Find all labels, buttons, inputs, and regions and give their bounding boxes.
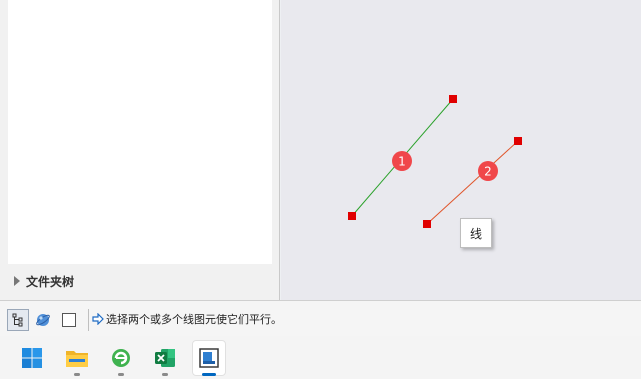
line-2-marker-label: 2 xyxy=(484,165,492,179)
taskbar-excel[interactable] xyxy=(148,340,182,376)
arrow-right-icon xyxy=(92,313,104,325)
taskbar xyxy=(0,336,641,379)
status-separator xyxy=(88,309,89,331)
excel-icon xyxy=(155,349,175,367)
active-indicator xyxy=(202,373,216,376)
cad-app-icon xyxy=(199,348,219,368)
taskbar-cad-app[interactable] xyxy=(192,340,226,376)
line-2-endpoint-start[interactable] xyxy=(423,220,431,228)
sketch-svg[interactable]: 1 2 xyxy=(281,0,641,300)
sketch-line-2[interactable] xyxy=(426,140,519,225)
status-message-text: 选择两个或多个线图元使它们平行。 xyxy=(106,313,282,326)
line-1-endpoint-start[interactable] xyxy=(348,212,356,220)
globe-button[interactable] xyxy=(32,309,54,331)
running-indicator xyxy=(118,373,124,376)
folder-tree-label: 文件夹树 xyxy=(26,274,75,289)
window-button[interactable] xyxy=(58,309,80,331)
drawing-canvas[interactable]: 1 2 xyxy=(281,0,641,300)
browser-icon xyxy=(112,349,130,367)
file-explorer-icon xyxy=(66,351,88,367)
left-panel: 文件夹树 xyxy=(0,0,280,300)
expand-triangle-icon[interactable] xyxy=(14,276,20,286)
windows-start-icon xyxy=(22,348,42,368)
start-button[interactable] xyxy=(15,340,49,376)
taskbar-browser[interactable] xyxy=(104,340,138,376)
folder-tree-area[interactable] xyxy=(8,0,272,264)
running-indicator xyxy=(162,373,168,376)
status-message: 选择两个或多个线图元使它们平行。 xyxy=(92,311,282,327)
snap-tree-button[interactable] xyxy=(7,309,29,331)
folder-tree-header[interactable]: 文件夹树 xyxy=(14,270,74,292)
line-2-endpoint-end[interactable] xyxy=(514,137,522,145)
line-1-marker-label: 1 xyxy=(398,155,406,169)
line-1-endpoint-end[interactable] xyxy=(449,95,457,103)
window-icon xyxy=(62,313,76,327)
snap-tree-icon xyxy=(12,313,23,327)
globe-icon xyxy=(36,314,50,326)
cursor-tooltip: 线 xyxy=(460,218,492,248)
running-indicator xyxy=(74,373,80,376)
status-bar: 选择两个或多个线图元使它们平行。 xyxy=(0,300,641,336)
taskbar-file-explorer[interactable] xyxy=(60,340,94,376)
